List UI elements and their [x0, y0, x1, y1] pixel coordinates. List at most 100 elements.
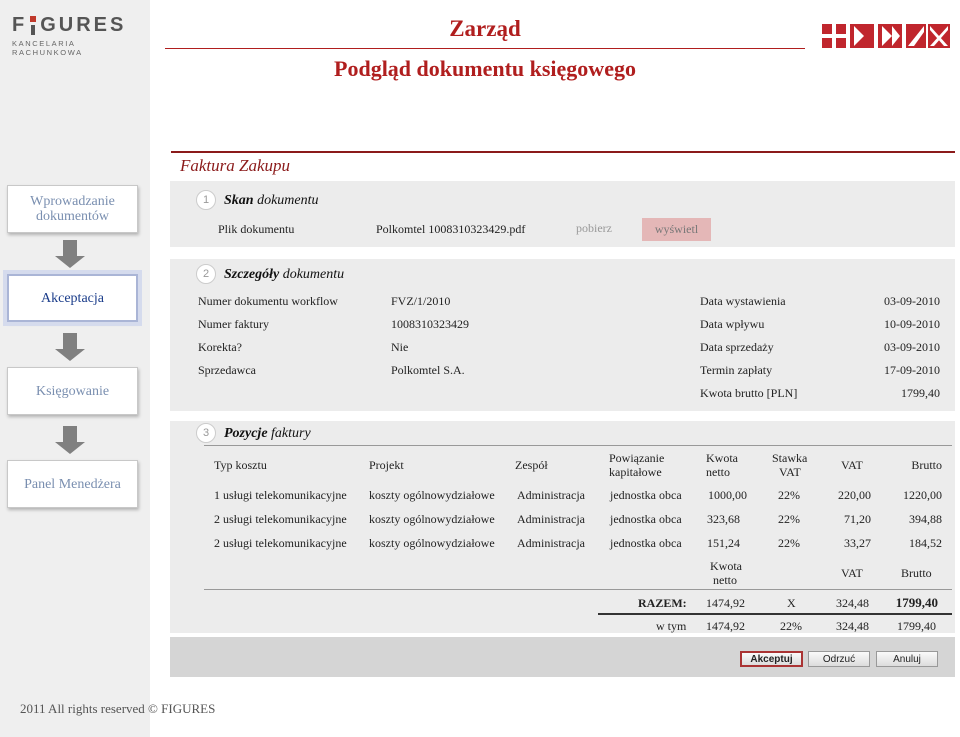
- accept-button[interactable]: Akceptuj: [740, 651, 803, 667]
- step-number: 3: [196, 423, 216, 443]
- cell-stawka: 22%: [778, 512, 800, 526]
- summary-header-netto: Kwota: [710, 559, 742, 573]
- breakdown-brutto: 1799,40: [897, 619, 936, 633]
- summary-header-vat: VAT: [841, 566, 863, 580]
- cell-netto: 1000,00: [708, 488, 747, 502]
- cancel-button[interactable]: Anuluj: [876, 651, 938, 667]
- col-header-stawka: Stawka: [772, 451, 808, 465]
- col-header-powiazanie: Powiązanie: [609, 451, 665, 465]
- reject-button[interactable]: Odrzuć: [808, 651, 870, 667]
- download-link[interactable]: pobierz: [576, 221, 612, 236]
- detail-label: Termin zapłaty: [700, 363, 773, 377]
- logo-letters-gures: GURES: [40, 14, 127, 36]
- detail-value: 17-09-2010: [884, 363, 940, 377]
- col-header-vat: VAT: [841, 458, 863, 472]
- section-divider: [171, 151, 955, 153]
- arrow-down-icon: [55, 240, 85, 270]
- total-label: RAZEM:: [638, 596, 687, 610]
- file-label: Plik dokumentu: [218, 222, 295, 236]
- total-netto: 1474,92: [706, 596, 745, 610]
- cell-projekt: koszty ogólnowydziałowe: [369, 488, 495, 502]
- figures-logo: F GURES KANCELARIA RACHUNKOWA: [12, 14, 140, 57]
- col-header-netto: Kwota: [706, 451, 738, 465]
- total-vat: 324,48: [836, 596, 869, 610]
- nav-item-panel-menedzera[interactable]: Panel Menedżera: [7, 460, 138, 508]
- cell-brutto: 184,52: [909, 536, 942, 550]
- nav-item-ksiegowanie[interactable]: Księgowanie: [7, 367, 138, 415]
- total-brutto: 1799,40: [895, 595, 938, 610]
- nav-item-wprowadzanie[interactable]: Wprowadzanie dokumentów: [7, 185, 138, 233]
- cell-brutto: 394,88: [909, 512, 942, 526]
- cell-projekt: koszty ogólnowydziałowe: [369, 536, 495, 550]
- breakdown-label: w tym: [656, 619, 687, 633]
- col-header-brutto: Brutto: [911, 458, 942, 472]
- cell-zespol: Administracja: [517, 536, 585, 550]
- detail-value: 03-09-2010: [884, 294, 940, 308]
- cell-typ: 2 usługi telekomunikacyjne: [214, 512, 347, 526]
- summary-divider: [204, 589, 952, 590]
- file-name: Polkomtel 1008310323429.pdf: [376, 222, 526, 236]
- cell-powiazanie: jednostka obca: [610, 488, 682, 502]
- view-button[interactable]: wyświetl: [642, 218, 711, 241]
- detail-value: 03-09-2010: [884, 340, 940, 354]
- logo-letter-f: F: [12, 14, 28, 36]
- detail-label: Numer dokumentu workflow: [198, 294, 338, 308]
- detail-label: Sprzedawca: [198, 363, 256, 377]
- cell-vat: 71,20: [844, 512, 871, 526]
- detail-label: Data wystawienia: [700, 294, 786, 308]
- arrow-down-icon: [55, 426, 85, 456]
- col-header-typ: Typ kosztu: [214, 458, 267, 472]
- logo-tagline: KANCELARIA RACHUNKOWA: [12, 39, 83, 57]
- cell-stawka: 22%: [778, 488, 800, 502]
- cell-powiazanie: jednostka obca: [610, 536, 682, 550]
- detail-value: 10-09-2010: [884, 317, 940, 331]
- cell-powiazanie: jednostka obca: [610, 512, 682, 526]
- col-header-stawka-2: VAT: [779, 465, 801, 479]
- arrow-down-icon: [55, 333, 85, 363]
- detail-value: 1008310323429: [391, 317, 469, 331]
- cell-projekt: koszty ogólnowydziałowe: [369, 512, 495, 526]
- detail-value: Polkomtel S.A.: [391, 363, 465, 377]
- step-title-items: Pozycje faktury: [224, 426, 311, 441]
- summary-header-netto-2: netto: [713, 573, 737, 587]
- cell-typ: 1 usługi telekomunikacyjne: [214, 488, 347, 502]
- col-header-zespol: Zespół: [515, 458, 548, 472]
- panel-scan: [170, 181, 955, 247]
- nav-item-akceptacja[interactable]: Akceptacja: [7, 274, 138, 322]
- table-top-divider: [204, 445, 952, 446]
- detail-value: Nie: [391, 340, 409, 354]
- col-header-netto-2: netto: [706, 465, 730, 479]
- logo-wordmark: F GURES: [12, 14, 140, 37]
- page-subtitle: Podgląd dokumentu księgowego: [334, 56, 636, 81]
- total-divider: [598, 613, 952, 615]
- detail-value: 1799,40: [901, 386, 940, 400]
- brand-pattern-logo: [822, 24, 950, 48]
- cell-vat: 220,00: [838, 488, 871, 502]
- step-number: 1: [196, 190, 216, 210]
- section-title: Faktura Zakupu: [180, 156, 291, 175]
- cell-brutto: 1220,00: [903, 488, 942, 502]
- footer-copyright: 2011 All rights reserved © FIGURES: [20, 701, 216, 716]
- step-title-scan: Skan dokumentu: [224, 193, 319, 208]
- cell-zespol: Administracja: [517, 488, 585, 502]
- page-title: Zarząd: [449, 16, 521, 41]
- total-stawka: X: [787, 596, 796, 610]
- cell-zespol: Administracja: [517, 512, 585, 526]
- detail-label: Data sprzedaży: [700, 340, 774, 354]
- col-header-powiazanie-2: kapitałowe: [609, 465, 662, 479]
- summary-header-brutto: Brutto: [901, 566, 932, 580]
- breakdown-netto: 1474,92: [706, 619, 745, 633]
- breakdown-stawka: 22%: [780, 619, 802, 633]
- cell-typ: 2 usługi telekomunikacyjne: [214, 536, 347, 550]
- step-number: 2: [196, 264, 216, 284]
- cell-netto: 323,68: [707, 512, 740, 526]
- breakdown-vat: 324,48: [836, 619, 869, 633]
- detail-label: Kwota brutto [PLN]: [700, 386, 798, 400]
- cell-netto: 151,24: [707, 536, 740, 550]
- detail-label: Data wpływu: [700, 317, 765, 331]
- header-divider: [165, 48, 805, 49]
- cell-stawka: 22%: [778, 536, 800, 550]
- detail-label: Numer faktury: [198, 317, 269, 331]
- logo-i-mark: [30, 16, 37, 35]
- col-header-projekt: Projekt: [369, 458, 404, 472]
